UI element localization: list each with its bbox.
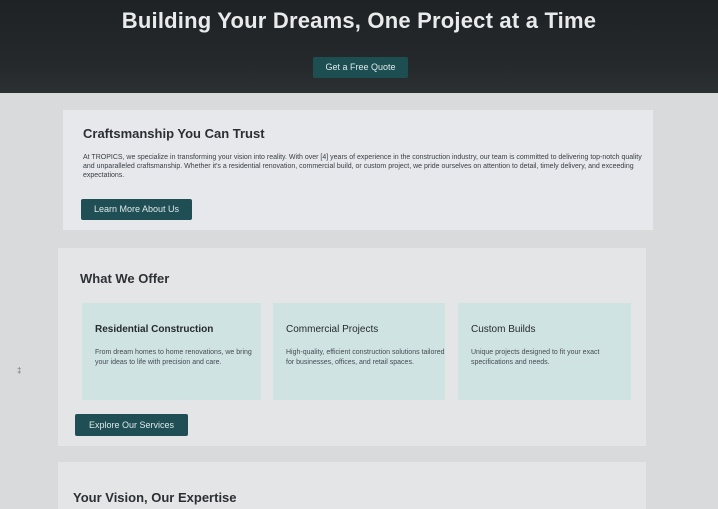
about-body: At TROPICS, we specialize in transformin… — [83, 154, 642, 179]
learn-more-button[interactable]: Learn More About Us — [81, 199, 192, 220]
service-description: Unique projects designed to fit your exa… — [471, 349, 600, 366]
about-heading: Craftsmanship You Can Trust — [83, 126, 265, 141]
explore-services-button[interactable]: Explore Our Services — [75, 414, 188, 436]
hero-title: Building Your Dreams, One Project at a T… — [121, 8, 597, 33]
service-description: High-quality, efficient construction sol… — [286, 349, 445, 366]
service-title: Commercial Projects — [286, 324, 379, 335]
service-title: Custom Builds — [471, 324, 536, 335]
margin-mark: ‡ — [17, 366, 22, 375]
service-card-commercial: Commercial Projects High-quality, effici… — [273, 303, 445, 400]
services-heading: What We Offer — [80, 271, 170, 286]
get-free-quote-button[interactable]: Get a Free Quote — [313, 57, 408, 78]
vision-heading: Your Vision, Our Expertise — [73, 490, 237, 505]
services-section: What We Offer Residential Construction F… — [58, 248, 646, 446]
about-section: Craftsmanship You Can Trust At TROPICS, … — [63, 110, 653, 230]
service-title: Residential Construction — [95, 324, 214, 335]
service-card-residential: Residential Construction From dream home… — [82, 303, 261, 400]
vision-section: Your Vision, Our Expertise — [58, 462, 646, 509]
service-card-custom: Custom Builds Unique projects designed t… — [458, 303, 631, 400]
hero-banner: Building Your Dreams, One Project at a T… — [0, 0, 718, 93]
service-description: From dream homes to home renovations, we… — [95, 349, 252, 366]
